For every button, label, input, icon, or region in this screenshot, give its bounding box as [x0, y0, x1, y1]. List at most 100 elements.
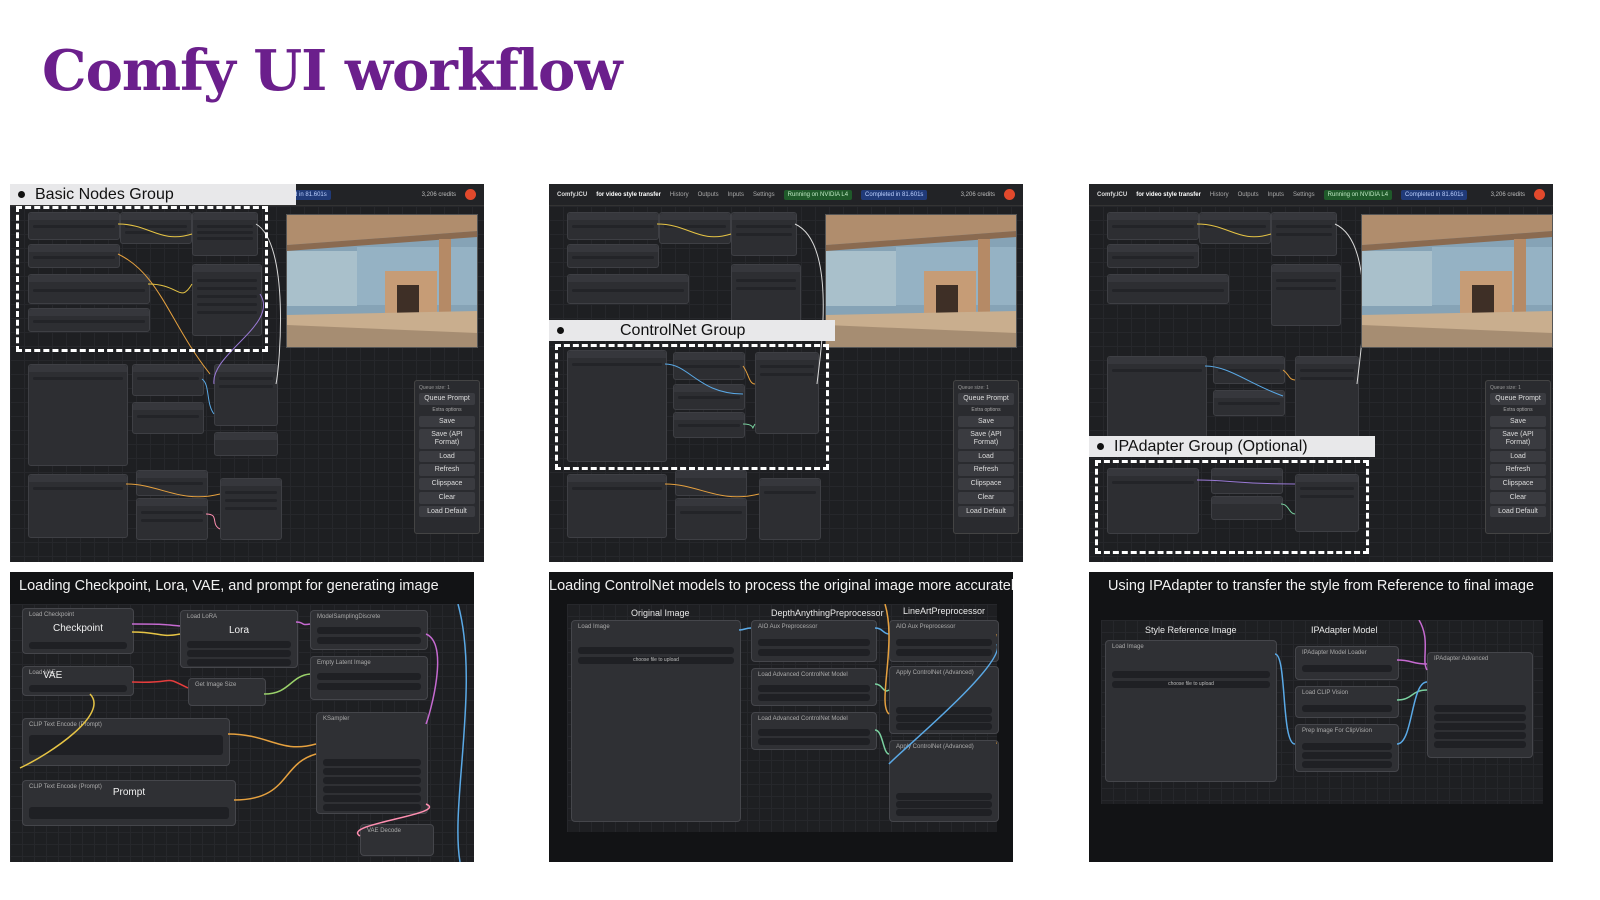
lineart-aux-node[interactable]: AIO Aux Preprocessor: [889, 620, 999, 662]
node[interactable]: [1107, 212, 1199, 240]
node[interactable]: [28, 474, 128, 538]
menu-outputs[interactable]: Outputs: [698, 192, 719, 198]
load-button[interactable]: Load: [1490, 450, 1546, 463]
menu-inputs[interactable]: Inputs: [728, 192, 744, 198]
sublabel-style-reference: Style Reference Image: [1145, 625, 1237, 635]
node[interactable]: [136, 470, 208, 496]
node[interactable]: [567, 244, 659, 268]
menu-settings[interactable]: Settings: [753, 192, 775, 198]
node[interactable]: [1213, 356, 1285, 384]
extra-options-checkbox[interactable]: Extra options: [954, 407, 1018, 413]
save-button[interactable]: Save: [958, 415, 1014, 428]
preview-image[interactable]: [825, 214, 1017, 348]
load-controlnet-node-2[interactable]: Load Advanced ControlNet Model: [751, 712, 877, 750]
node-title: IPAdapter Model Loader: [1302, 650, 1367, 656]
prep-image-node[interactable]: Prep Image For ClipVision: [1295, 724, 1399, 772]
comfy-logo[interactable]: Comfy.ICU: [557, 192, 587, 198]
node[interactable]: [1107, 274, 1229, 304]
get-image-size-node[interactable]: Get Image Size: [188, 678, 266, 706]
save-api-button[interactable]: Save (API Format): [958, 429, 1014, 449]
node[interactable]: [731, 264, 801, 326]
node[interactable]: [759, 478, 821, 540]
node[interactable]: [1271, 264, 1341, 326]
menu-inputs[interactable]: Inputs: [1268, 192, 1284, 198]
avatar[interactable]: [1004, 189, 1015, 200]
queue-prompt-button[interactable]: Queue Prompt: [1490, 393, 1546, 405]
load-default-button[interactable]: Load Default: [958, 505, 1014, 518]
node[interactable]: [220, 478, 282, 540]
clear-button[interactable]: Clear: [1490, 491, 1546, 504]
node[interactable]: [731, 212, 797, 256]
choose-file-button[interactable]: choose file to upload: [1112, 681, 1270, 688]
preview-image[interactable]: [286, 214, 478, 348]
model-sampling-node[interactable]: ModelSamplingDiscrete: [310, 610, 428, 650]
preview-image[interactable]: [1361, 214, 1553, 348]
credits-label: 3,206 credits: [1490, 191, 1525, 198]
load-default-button[interactable]: Load Default: [1490, 505, 1546, 518]
empty-latent-node[interactable]: Empty Latent Image: [310, 656, 428, 700]
load-clip-vision-node[interactable]: Load CLIP Vision: [1295, 686, 1399, 718]
node[interactable]: [28, 364, 128, 466]
clip-text-encode-positive[interactable]: CLIP Text Encode (Prompt): [22, 718, 230, 766]
menu-settings[interactable]: Settings: [1293, 192, 1315, 198]
menu-history[interactable]: History: [1210, 192, 1229, 198]
refresh-button[interactable]: Refresh: [419, 464, 475, 477]
node[interactable]: [1271, 212, 1337, 256]
choose-file-button[interactable]: choose file to upload: [578, 657, 734, 664]
queue-prompt-button[interactable]: Queue Prompt: [419, 393, 475, 405]
load-image-node[interactable]: Load Image choose file to upload: [571, 620, 741, 822]
avatar[interactable]: [465, 189, 476, 200]
save-button[interactable]: Save: [1490, 415, 1546, 428]
node[interactable]: [132, 364, 204, 396]
apply-controlnet-node-2[interactable]: Apply ControlNet (Advanced): [889, 740, 999, 822]
node[interactable]: [214, 364, 278, 426]
clipspace-button[interactable]: Clipspace: [958, 478, 1014, 490]
load-checkpoint-node[interactable]: Load Checkpoint Checkpoint: [22, 608, 134, 654]
menu-outputs[interactable]: Outputs: [1238, 192, 1259, 198]
node[interactable]: [567, 474, 667, 538]
avatar[interactable]: [1534, 189, 1545, 200]
node[interactable]: [1295, 356, 1359, 438]
node[interactable]: [567, 274, 689, 304]
node[interactable]: [1199, 212, 1271, 244]
load-vae-node[interactable]: Load VAE VAE: [22, 666, 134, 696]
vae-decode-node[interactable]: VAE Decode: [360, 824, 434, 856]
comfy-logo[interactable]: Comfy.ICU: [1097, 192, 1127, 198]
save-api-button[interactable]: Save (API Format): [1490, 429, 1546, 449]
refresh-button[interactable]: Refresh: [1490, 464, 1546, 477]
node[interactable]: [1107, 244, 1199, 268]
node[interactable]: [1213, 390, 1285, 416]
ipadapter-model-loader-node[interactable]: IPAdapter Model Loader: [1295, 646, 1399, 680]
ksampler-node[interactable]: KSampler: [316, 712, 428, 814]
queue-prompt-button[interactable]: Queue Prompt: [958, 393, 1014, 405]
extra-options-checkbox[interactable]: Extra options: [415, 407, 479, 413]
clipspace-button[interactable]: Clipspace: [1490, 478, 1546, 490]
load-controlnet-node-1[interactable]: Load Advanced ControlNet Model: [751, 668, 877, 706]
node[interactable]: [659, 212, 731, 244]
save-button[interactable]: Save: [419, 415, 475, 428]
clear-button[interactable]: Clear: [419, 491, 475, 504]
clear-button[interactable]: Clear: [958, 491, 1014, 504]
node[interactable]: [567, 212, 659, 240]
extra-options-checkbox[interactable]: Extra options: [1486, 407, 1550, 413]
node-title: Load Advanced ControlNet Model: [758, 716, 848, 722]
load-lora-node[interactable]: Load LoRA Lora: [180, 610, 298, 668]
menu-history[interactable]: History: [670, 192, 689, 198]
load-button[interactable]: Load: [958, 450, 1014, 463]
node[interactable]: [675, 470, 747, 496]
load-default-button[interactable]: Load Default: [419, 505, 475, 518]
clipspace-button[interactable]: Clipspace: [419, 478, 475, 490]
node[interactable]: [675, 498, 747, 540]
node[interactable]: [214, 432, 278, 456]
node[interactable]: [1107, 356, 1207, 438]
ipadapter-advanced-node[interactable]: IPAdapter Advanced: [1427, 652, 1533, 758]
load-button[interactable]: Load: [419, 450, 475, 463]
refresh-button[interactable]: Refresh: [958, 464, 1014, 477]
load-image-node[interactable]: Load Image choose file to upload: [1105, 640, 1277, 782]
save-api-button[interactable]: Save (API Format): [419, 429, 475, 449]
apply-controlnet-node-1[interactable]: Apply ControlNet (Advanced): [889, 666, 999, 734]
node[interactable]: [132, 402, 204, 434]
clip-text-encode-prompt[interactable]: CLIP Text Encode (Prompt) Prompt: [22, 780, 236, 826]
node[interactable]: [136, 498, 208, 540]
depth-aux-node[interactable]: AIO Aux Preprocessor: [751, 620, 877, 662]
